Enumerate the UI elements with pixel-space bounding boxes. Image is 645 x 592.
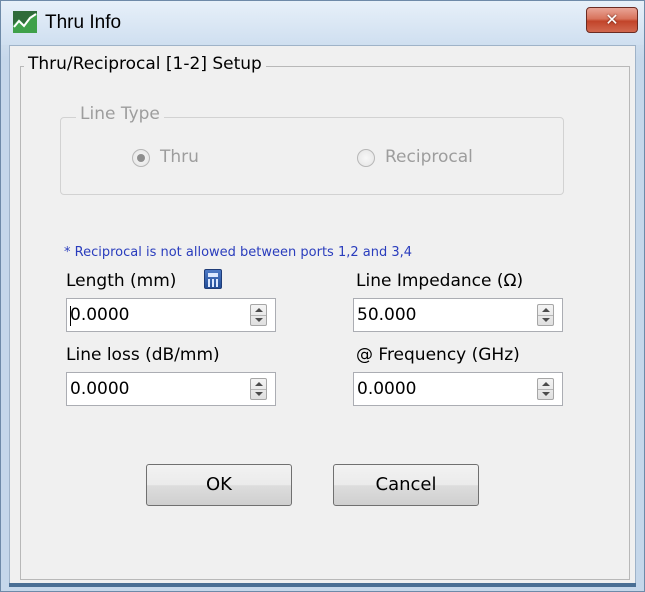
spinner-divider [538, 315, 553, 316]
thru-radio-label[interactable]: Thru [160, 147, 199, 167]
spin-down-icon[interactable] [255, 392, 263, 396]
reciprocal-radio[interactable] [357, 149, 375, 167]
spin-up-icon[interactable] [255, 382, 263, 386]
title-bar[interactable]: Thru Info ✕ [1, 1, 644, 45]
dialog-client-area: Thru/Reciprocal [1-2] Setup Line Type Th… [9, 45, 636, 587]
spin-up-icon[interactable] [255, 308, 263, 312]
line-loss-input[interactable]: 0.0000 [66, 372, 276, 406]
line-type-label: Line Type [76, 104, 164, 124]
frequency-input[interactable]: 0.0000 [353, 372, 563, 406]
length-input[interactable]: 0.0000 [66, 298, 276, 332]
length-label: Length (mm) [66, 271, 177, 291]
spinner-divider [538, 389, 553, 390]
thru-radio[interactable] [132, 149, 150, 167]
app-chart-icon [13, 11, 37, 33]
spin-up-icon[interactable] [542, 382, 550, 386]
spin-down-icon[interactable] [542, 318, 550, 322]
length-spinner[interactable] [250, 304, 267, 326]
frequency-spinner[interactable] [537, 378, 554, 400]
line-loss-label: Line loss (dB/mm) [66, 345, 220, 365]
close-button[interactable]: ✕ [586, 7, 638, 33]
calculator-keys [208, 279, 218, 287]
dialog-window: Thru Info ✕ Thru/Reciprocal [1-2] Setup … [0, 0, 645, 592]
calculator-icon[interactable] [204, 269, 222, 289]
line-impedance-input[interactable]: 50.000 [353, 298, 563, 332]
cancel-button[interactable]: Cancel [333, 464, 479, 506]
spinner-divider [251, 389, 266, 390]
window-title: Thru Info [45, 12, 122, 33]
setup-group-label: Thru/Reciprocal [1-2] Setup [24, 54, 266, 74]
calculator-screen [208, 273, 218, 277]
frequency-value: 0.0000 [357, 379, 417, 399]
close-icon: ✕ [605, 10, 619, 29]
line-impedance-spinner[interactable] [537, 304, 554, 326]
length-value: 0.0000 [70, 305, 130, 325]
reciprocal-note: * Reciprocal is not allowed between port… [64, 245, 413, 260]
reciprocal-radio-label[interactable]: Reciprocal [385, 147, 473, 167]
line-loss-value: 0.0000 [70, 379, 130, 399]
spin-up-icon[interactable] [542, 308, 550, 312]
ok-button[interactable]: OK [146, 464, 292, 506]
spinner-divider [251, 315, 266, 316]
frequency-label: @ Frequency (GHz) [356, 345, 520, 365]
line-loss-spinner[interactable] [250, 378, 267, 400]
spin-down-icon[interactable] [542, 392, 550, 396]
line-impedance-value: 50.000 [357, 305, 417, 325]
radio-selected-dot [137, 154, 145, 162]
line-impedance-label: Line Impedance (Ω) [356, 271, 524, 291]
spin-down-icon[interactable] [255, 318, 263, 322]
dialog-bottom-border [9, 583, 636, 587]
